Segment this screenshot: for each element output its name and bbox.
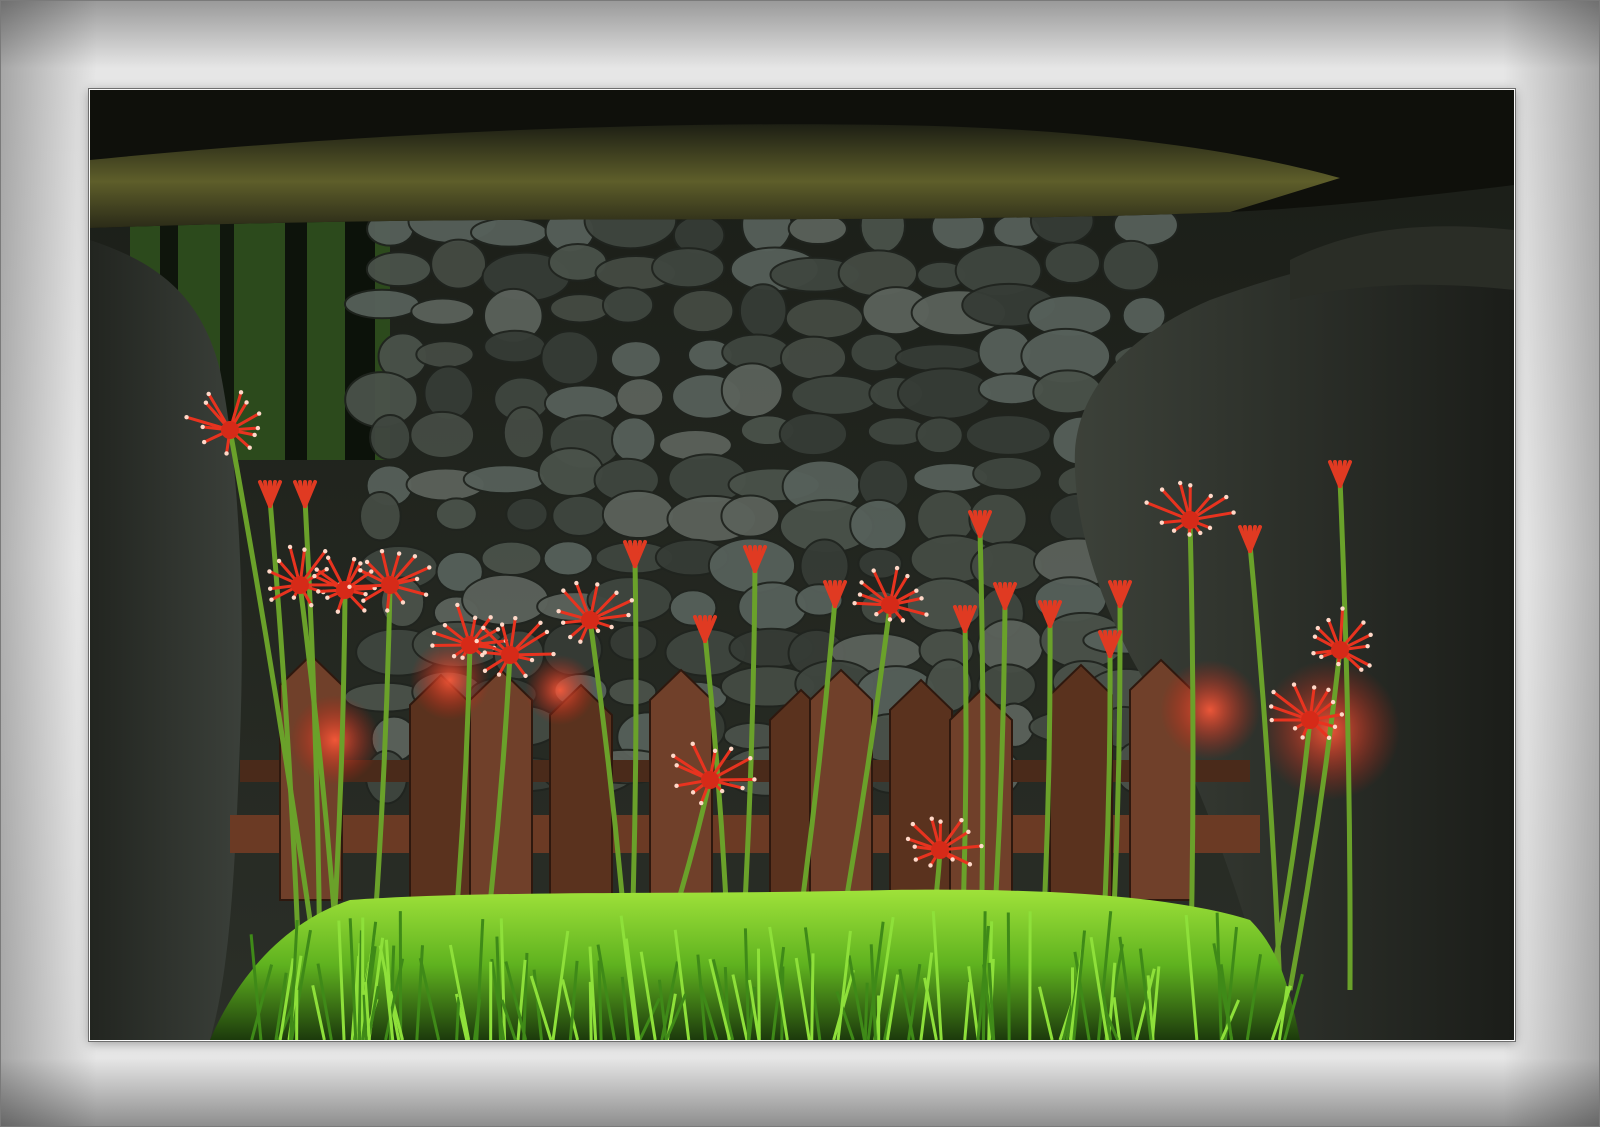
wall-stone — [849, 332, 904, 373]
wall-stone — [790, 374, 880, 416]
wall-stone — [615, 377, 665, 417]
wall-stone — [608, 624, 659, 661]
wall-stone — [483, 329, 547, 364]
wall-stone — [409, 410, 476, 459]
wall-stone — [651, 247, 726, 289]
wall-stone — [601, 489, 675, 540]
wall-stone — [972, 455, 1043, 492]
wall-stone — [720, 494, 781, 538]
wall-stone — [540, 330, 600, 386]
wall-stone — [551, 494, 608, 538]
fence-picket — [1049, 663, 1113, 901]
wall-stone — [434, 497, 478, 531]
wall-stone — [915, 416, 964, 455]
wall-stone — [737, 581, 808, 633]
wall-stone — [537, 447, 605, 497]
wall-stone — [1043, 241, 1102, 285]
wall-stone — [671, 288, 735, 334]
lily-scene-illustration — [90, 90, 1514, 1040]
wall-stone — [738, 283, 788, 339]
wall-stone — [430, 238, 488, 290]
wall-stone — [369, 414, 412, 461]
photograph — [89, 89, 1515, 1041]
wall-stone — [358, 490, 402, 542]
wall-stone — [462, 464, 547, 495]
wall-stone — [720, 362, 784, 419]
wall-stone — [896, 367, 993, 420]
wall-stone — [784, 297, 865, 340]
wall-stone — [779, 335, 848, 381]
wall-stone — [502, 406, 545, 460]
wall-stone — [1101, 239, 1161, 292]
wall-stone — [549, 293, 611, 324]
wall-stone — [611, 416, 657, 464]
wall-stone — [778, 412, 849, 457]
wall-stone — [905, 577, 984, 632]
wall-stone — [505, 496, 549, 532]
wall-stone — [542, 540, 594, 577]
wall-stone — [415, 340, 475, 369]
wall-stone — [410, 297, 476, 326]
wall-stone — [365, 251, 433, 288]
wall-stone — [601, 286, 655, 324]
wall-stone — [470, 217, 549, 248]
wall-stone — [480, 540, 543, 577]
wall-stone — [849, 498, 908, 551]
wall-stone — [894, 343, 984, 373]
wall-stone — [609, 340, 662, 379]
wall-stone — [343, 288, 421, 320]
wall-stone — [964, 414, 1052, 456]
photo-mat-frame — [0, 0, 1600, 1127]
fence-picket — [889, 678, 953, 901]
